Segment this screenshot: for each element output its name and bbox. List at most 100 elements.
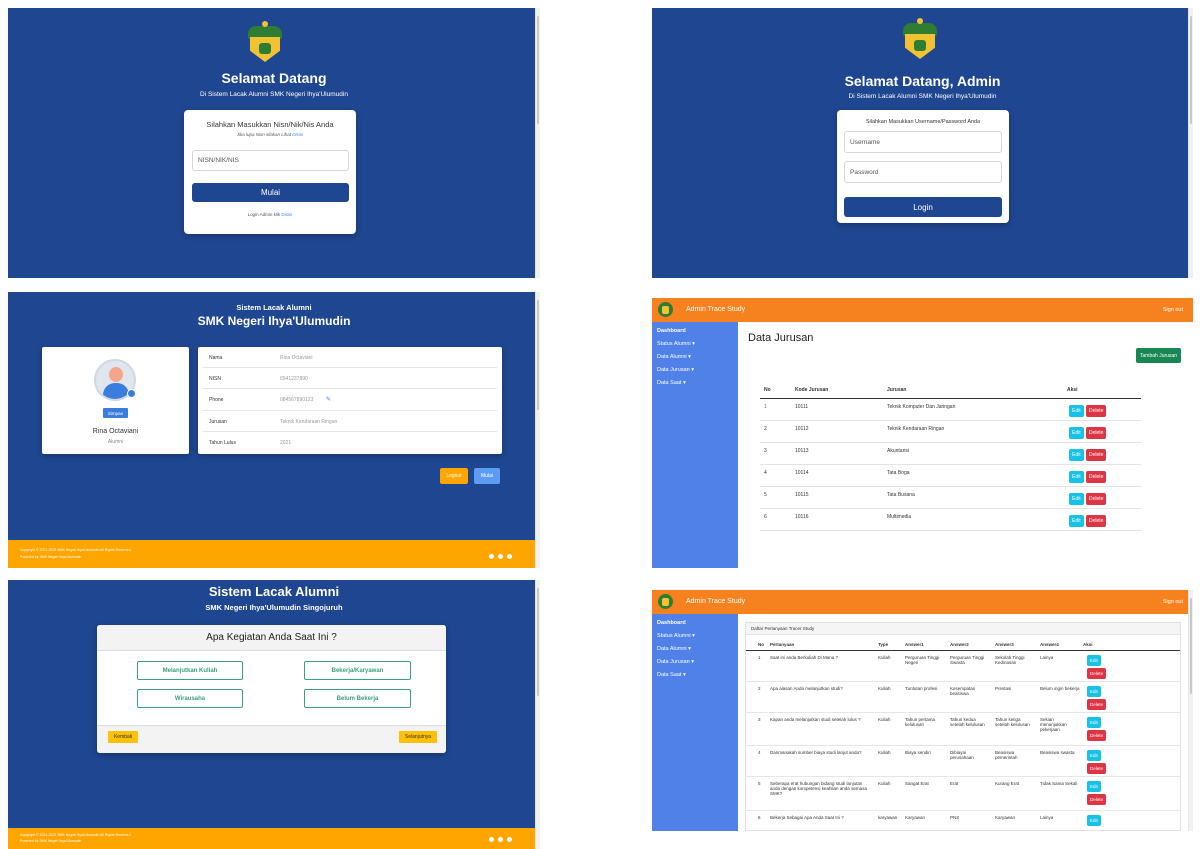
profile-detail-row: Tahun Lulus 2021 [209,440,292,446]
table-title: Daftar Pertanyaan Tracer Study [746,623,1180,635]
camera-icon[interactable] [127,389,136,398]
table-row: 1 10111 Teknik Komputer Dan Jaringan Edi… [760,399,1141,421]
edit-phone-icon[interactable]: ✎ [326,396,331,403]
sidebar-item-data-saat[interactable]: Data Saat ▾ [657,672,733,678]
table-row: 5 10115 Tata Busana Edit Delete [760,487,1141,509]
delete-button[interactable]: Delete [1087,699,1107,710]
profile-detail-row: NISN 6541237890 [203,368,497,389]
sign-out-link[interactable]: Sign out [1163,307,1183,313]
edit-button[interactable]: Edit [1087,686,1101,697]
admin-login-hint: Login Admin klik Disini [247,212,293,217]
brand-title[interactable]: Admin Trace Study [686,306,745,313]
instagram-icon[interactable] [489,554,494,559]
sidebar-item-data-jurusan[interactable]: Data Jurusan ▾ [657,367,733,373]
youtube-icon[interactable] [498,837,503,842]
panel-login-nisn: Selamat Datang Di Sistem Lacak Alumni SM… [8,8,540,278]
table-row: 2 10112 Teknik Kendaraan Ringan Edit Del… [760,421,1141,443]
logout-button[interactable]: Logout [440,468,468,484]
profile-details-card: Nama Rina Octaviani NISN 6541237890 Phon… [198,347,502,454]
option-belum-bekerja[interactable]: Belum Bekerja [304,689,411,708]
mulai-button[interactable]: Mulai [192,183,349,202]
school-logo-icon [658,594,673,609]
sidebar-item-data-alumni[interactable]: Data Alumni ▾ [657,646,733,652]
delete-button[interactable]: Delete [1087,730,1107,741]
card-title: Silahkan Masukkan Nisn/Nik/Nis Anda [206,120,334,129]
delete-button[interactable]: Delete [1086,449,1107,461]
mulai-button[interactable]: Mulai [474,468,500,484]
edit-button[interactable]: Edit [1087,655,1101,666]
delete-button[interactable]: Delete [1086,405,1107,417]
table-row: 3 10113 Akuntansi Edit Delete [760,443,1141,465]
profile-name: Rina Octaviani [92,428,139,435]
sidebar-item-status-alumni[interactable]: Status Alumni ▾ [657,341,733,347]
brand-title[interactable]: Admin Trace Study [686,598,745,605]
sidebar-item-status-alumni[interactable]: Status Alumni ▾ [657,633,733,639]
panel-admin-login: Selamat Datang, Admin Di Sistem Lacak Al… [652,8,1193,278]
profile-card: Simpan Rina Octaviani Alumni [42,347,189,454]
page-title: Sistem Lacak Alumni [208,584,340,599]
powered-by-text: Powered by SMK Negeri Ihya'Ulumudin [20,839,82,843]
scrollbar[interactable] [1188,8,1193,278]
card-title: Silahkan Masukkan Username/Password Anda [865,119,981,125]
youtube-icon[interactable] [498,554,503,559]
page-subtitle: SMK Negeri Ihya'Ulumudin [197,314,351,328]
option-bekerja-karyawan[interactable]: Bekerja/Karyawan [304,661,411,680]
username-input[interactable]: Username [844,131,1002,153]
edit-button[interactable]: Edit [1087,717,1101,728]
edit-button[interactable]: Edit [1069,427,1084,439]
scrollbar[interactable] [535,8,540,278]
kembali-button[interactable]: Kembali [108,731,138,743]
panel-question-list: Admin Trace Study Sign out Dashboard Sta… [652,590,1193,831]
edit-button[interactable]: Edit [1069,449,1084,461]
admin-header: Admin Trace Study Sign out [652,590,1193,614]
edit-button[interactable]: Edit [1087,815,1101,826]
scrollbar[interactable] [535,292,540,568]
edit-button[interactable]: Edit [1069,515,1084,527]
password-input[interactable]: Password [844,161,1002,183]
sidebar-item-data-alumni[interactable]: Data Alumni ▾ [657,354,733,360]
table-row: 4 Darimanakah sumber biaya studi lanjut … [746,746,1180,777]
profile-detail-row: Jurusan Teknik Kendaraan Ringan [203,411,497,432]
option-wirausaha[interactable]: Wirausaha [137,689,243,708]
sidebar-item-dashboard[interactable]: Dashboard [657,620,733,626]
sidebar-item-data-saat[interactable]: Data Saat ▾ [657,380,733,386]
school-logo-icon [248,21,282,62]
simpan-button[interactable]: Simpan [103,408,128,418]
admin-login-link[interactable]: Disini [281,212,292,217]
delete-button[interactable]: Delete [1086,471,1107,483]
facebook-icon[interactable] [507,837,512,842]
delete-button[interactable]: Delete [1087,668,1107,679]
table-header: No Pertanyaan Type Answer1 Answer2 Answe… [746,638,1180,651]
scrollbar[interactable] [535,580,540,849]
page-title: Data Jurusan [748,332,814,344]
page-title: Selamat Datang [221,70,327,86]
table-row: 1 Saat ini anda Berkuliah Di Mana ? Kuli… [746,651,1180,682]
edit-button[interactable]: Edit [1087,750,1101,761]
edit-button[interactable]: Edit [1087,781,1101,792]
jurusan-table: No Kode Jurusan Jurusan Aksi 1 10111 Tek… [760,383,1141,531]
delete-button[interactable]: Delete [1086,515,1107,527]
option-melanjutkan-kuliah[interactable]: Melanjutkan Kuliah [137,661,243,680]
page-title: Selamat Datang, Admin [844,73,1001,89]
sidebar: Dashboard Status Alumni ▾ Data Alumni ▾ … [652,614,738,831]
delete-button[interactable]: Delete [1087,763,1107,774]
nisn-hint-link[interactable]: Disini [292,132,303,137]
nisn-input[interactable]: NISN/NIK/NIS [192,150,349,171]
sidebar-item-data-jurusan[interactable]: Data Jurusan ▾ [657,659,733,665]
instagram-icon[interactable] [489,837,494,842]
login-button[interactable]: Login [844,197,1002,217]
delete-button[interactable]: Delete [1086,493,1107,505]
question-table-card: Daftar Pertanyaan Tracer Study No Pertan… [745,622,1181,831]
tambah-jurusan-button[interactable]: Tambah Jurusan [1136,348,1181,363]
sidebar-item-dashboard[interactable]: Dashboard [657,328,733,334]
edit-button[interactable]: Edit [1069,493,1084,505]
edit-button[interactable]: Edit [1069,471,1084,483]
facebook-icon[interactable] [507,554,512,559]
sign-out-link[interactable]: Sign out [1163,599,1183,605]
question-footer [97,725,446,753]
delete-button[interactable]: Delete [1086,427,1107,439]
scrollbar[interactable] [1188,590,1193,831]
delete-button[interactable]: Delete [1087,794,1107,805]
edit-button[interactable]: Edit [1069,405,1084,417]
selanjutnya-button[interactable]: Selanjutnya [399,731,437,743]
